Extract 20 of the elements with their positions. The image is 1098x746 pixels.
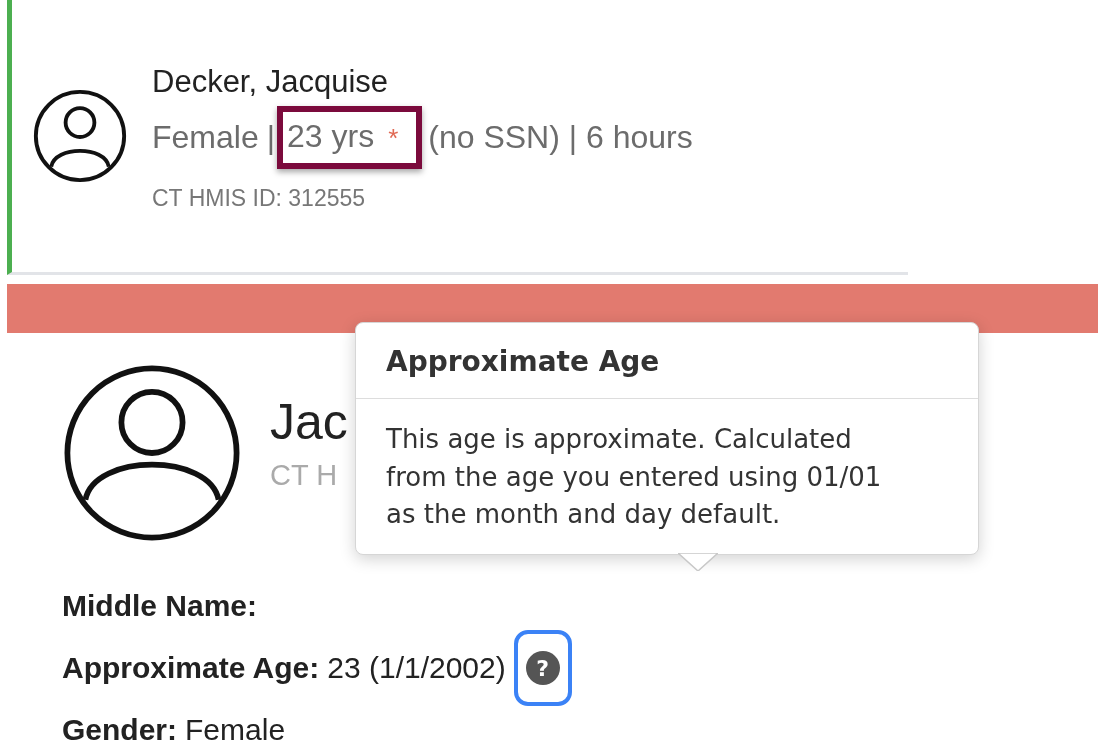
help-button[interactable]: ? — [513, 630, 572, 706]
profile-name: Jac — [270, 392, 348, 451]
field-value: Female — [185, 713, 286, 746]
client-card[interactable]: Decker, Jacquise Female | 23 yrs * (no SSN) | 6 hours CT HMIS ID: 312555 — [7, 0, 908, 275]
profile-id: CT H — [270, 458, 339, 492]
field-label: Approximate Age: — [62, 651, 320, 685]
tooltip-text: This age is approximate. Calculated from the age you entered using 01/01 as the month and day default. — [385, 423, 883, 532]
user-avatar-icon — [62, 363, 242, 543]
age-text: 23 yrs — [287, 118, 375, 155]
client-name: Decker, Jacquise — [152, 64, 390, 100]
ssn-time-text: (no SSN) | 6 hours — [428, 119, 693, 156]
field-value: 23 (1/1/2002) — [327, 651, 506, 685]
separator-text: | — [266, 119, 275, 156]
field-label: Middle Name: — [62, 589, 258, 623]
field-label: Gender: — [62, 713, 178, 746]
approximate-mark: * — [388, 123, 399, 154]
tooltip-title: Approximate Age — [356, 323, 978, 399]
client-id: CT HMIS ID: 312555 — [152, 185, 367, 212]
gender-text: Female — [152, 119, 259, 156]
user-avatar-icon — [32, 88, 128, 184]
